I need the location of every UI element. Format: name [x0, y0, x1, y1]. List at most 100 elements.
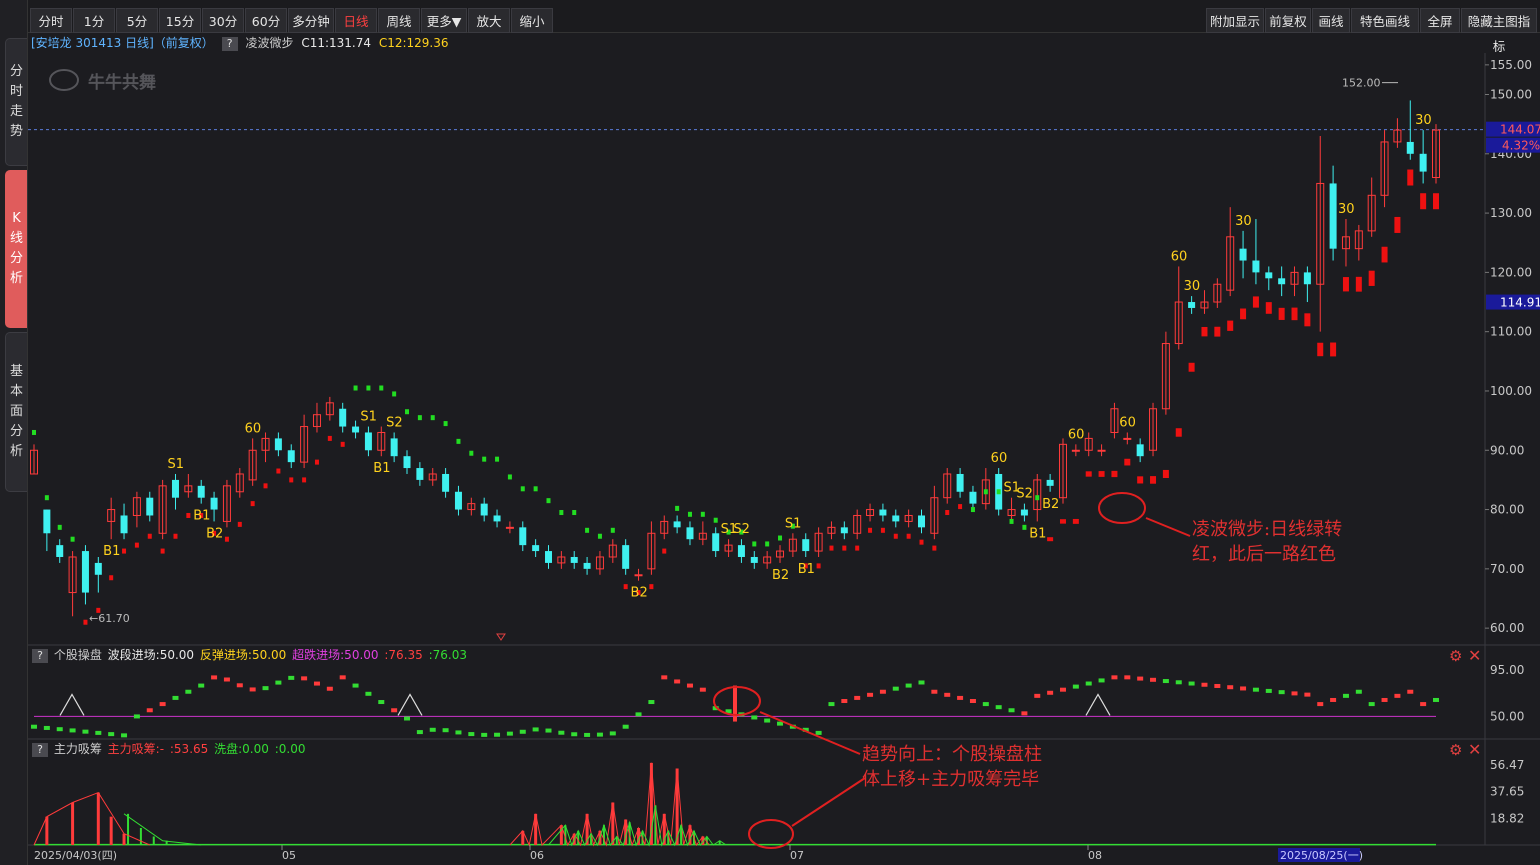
candle-body [390, 438, 398, 457]
signal-label: 60 [1171, 249, 1188, 264]
price-chart[interactable]: 155.00150.00140.00130.00120.00110.00100.… [0, 0, 1540, 865]
toolbar-right-button-2[interactable]: 画线 [1312, 8, 1350, 33]
signal-dot [572, 510, 577, 516]
panel2-dot [1420, 702, 1427, 707]
low-price-label: ←61.70 [89, 612, 130, 625]
panel2-dot [56, 727, 63, 732]
panel2-dot [506, 731, 513, 736]
sidebar-tab-2[interactable]: 基本面分析 [5, 332, 27, 492]
panel2-tick-label: 95.00 [1490, 663, 1524, 677]
signal-dot [1111, 470, 1118, 478]
panel2-dot [1240, 686, 1247, 691]
help-button[interactable]: ? [32, 649, 48, 663]
toolbar-button-8[interactable]: 周线 [378, 8, 420, 33]
panel2-name[interactable]: 个股操盘 [54, 648, 102, 662]
signal-dot [1188, 362, 1195, 372]
panel2-dot [288, 675, 295, 680]
signal-dot [765, 541, 770, 547]
sidebar-tab-1[interactable]: K线分析 [5, 170, 27, 328]
toolbar-button-7[interactable]: 日线 [335, 8, 377, 33]
signal-label: 30 [1338, 202, 1355, 217]
toolbar-right-button-5[interactable]: 隐藏主图指标 [1461, 8, 1537, 54]
toolbar-right-button-1[interactable]: 前复权 [1265, 8, 1311, 33]
signal-dot [495, 456, 500, 462]
toolbar-right-button-0[interactable]: 附加显示 [1206, 8, 1264, 33]
panel2-v5: :76.03 [428, 648, 468, 662]
panel2-dot [69, 728, 76, 733]
settings-gear-icon[interactable]: ⚙ [1449, 741, 1462, 759]
signal-dot [44, 495, 49, 501]
signal-dot [559, 510, 564, 516]
signal-dot [443, 421, 448, 427]
toolbar-button-0[interactable]: 分时 [30, 8, 72, 33]
panel2-dot [532, 727, 539, 732]
date-tick-label: 07 [790, 849, 804, 862]
panel3-v4: :0.00 [274, 742, 306, 756]
sidebar-tab-0[interactable]: 分时走势 [5, 38, 27, 166]
signal-dot [880, 527, 885, 533]
panel2-dot [1085, 681, 1092, 686]
help-button[interactable]: ? [221, 37, 238, 51]
price-tick-label: 120.00 [1490, 265, 1532, 279]
annotation-2-line1: 趋势向上：个股操盘柱 [862, 744, 1042, 765]
toolbar-button-4[interactable]: 30分 [202, 8, 244, 33]
signal-label: 60 [1068, 427, 1085, 442]
signal-dot [1381, 246, 1388, 263]
signal-dot [430, 415, 435, 421]
signal-dot [1047, 537, 1054, 542]
signal-dot [147, 533, 152, 539]
candle-body [146, 497, 154, 516]
panel2-dot [365, 691, 372, 696]
signal-dot [919, 539, 924, 545]
toolbar-right-button-4[interactable]: 全屏 [1420, 8, 1460, 33]
signal-dot [1214, 326, 1221, 337]
close-icon[interactable]: ✕ [1468, 646, 1481, 665]
panel3-tick-label: 56.47 [1490, 758, 1524, 772]
panel2-dot [571, 732, 578, 737]
toolbar-button-2[interactable]: 5分 [116, 8, 158, 33]
panel3-name[interactable]: 主力吸筹 [54, 742, 102, 756]
signal-dot [237, 521, 242, 527]
toolbar-button-6[interactable]: 多分钟 [288, 8, 334, 33]
panel2-dot [905, 683, 912, 688]
panel2-dot [1034, 693, 1041, 698]
candle-body [81, 551, 89, 593]
panel2-dot [198, 683, 205, 688]
signal-dot [906, 533, 911, 539]
settings-gear-icon[interactable]: ⚙ [1449, 647, 1462, 665]
help-button[interactable]: ? [32, 743, 48, 757]
toolbar-button-11[interactable]: 缩小 [511, 8, 553, 33]
panel3-v2: :53.65 [169, 742, 209, 756]
panel2-dot [481, 732, 488, 737]
candle-body [454, 491, 462, 510]
panel2-dot [1098, 678, 1105, 683]
signal-dot [469, 450, 474, 456]
stock-title[interactable]: [安培龙 301413 日线]（前复权） [31, 36, 214, 50]
toolbar-button-10[interactable]: 放大 [468, 8, 510, 33]
toolbar-right-button-3[interactable]: 特色画线 [1351, 8, 1419, 33]
panel3-v3: 洗盘:0.00 [214, 742, 269, 756]
panel2-dot [995, 705, 1002, 710]
sidebar-tab-char: 线 [9, 231, 23, 246]
signal-dot [1265, 302, 1272, 314]
signal-label: B1 [1029, 526, 1046, 541]
toolbar-button-9[interactable]: 更多▼ [421, 8, 467, 33]
price-tick-label: 130.00 [1490, 206, 1532, 220]
panel2-dot [1059, 687, 1066, 692]
close-icon[interactable]: ✕ [1468, 740, 1481, 759]
signal-dot [675, 505, 680, 511]
signal-dot [996, 489, 1001, 495]
toolbar-button-3[interactable]: 15分 [159, 8, 201, 33]
toolbar-button-5[interactable]: 60分 [245, 8, 287, 33]
candle-body [956, 473, 964, 492]
panel2-dot [1047, 690, 1054, 695]
sidebar-tab-char: 势 [9, 124, 23, 139]
panel2-dot [82, 729, 89, 734]
indicator-name[interactable]: 凌波微步 [245, 36, 293, 50]
signal-dot [289, 477, 294, 483]
current-price-label: 144.07 [1500, 123, 1540, 137]
toolbar-button-1[interactable]: 1分 [73, 8, 115, 33]
signal-label: S2 [386, 415, 403, 430]
panel2-dot [185, 689, 192, 694]
candle-body [1239, 248, 1247, 261]
